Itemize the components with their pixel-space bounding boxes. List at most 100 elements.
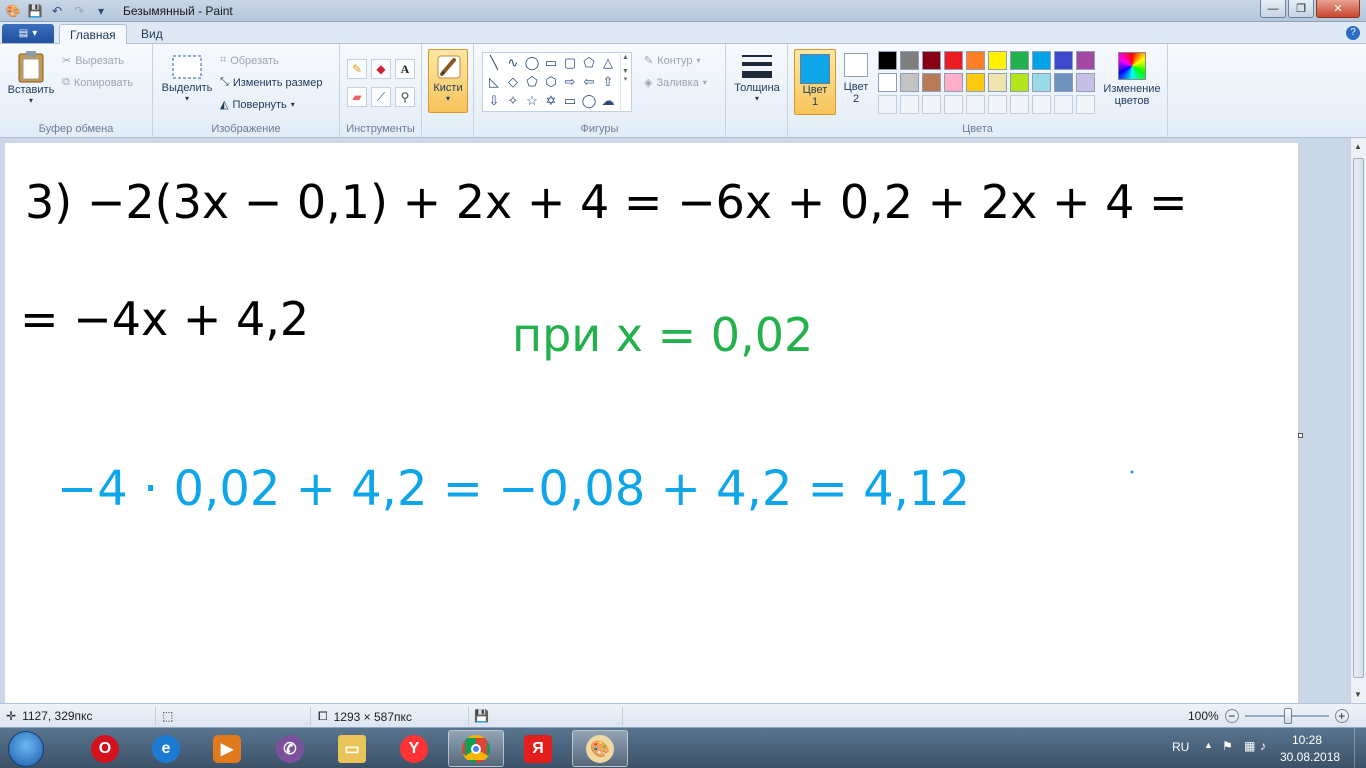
empty-color-swatch[interactable]	[1054, 95, 1073, 114]
color-swatch[interactable]	[1054, 73, 1073, 92]
empty-color-swatch[interactable]	[988, 95, 1007, 114]
zoom-out-icon[interactable]: −	[1224, 709, 1239, 723]
paint-icon[interactable]: 🎨	[572, 730, 628, 767]
color-picker-icon[interactable]: ⟋	[371, 87, 391, 107]
color2-button[interactable]: Цвет 2	[838, 53, 874, 105]
star5-shape-icon[interactable]: ☆	[523, 92, 541, 110]
empty-color-swatch[interactable]	[922, 95, 941, 114]
color-swatch[interactable]	[900, 51, 919, 70]
select-button[interactable]: Выделить ▾	[159, 54, 215, 103]
volume-icon[interactable]: ♪	[1260, 739, 1266, 753]
color-swatch[interactable]	[988, 73, 1007, 92]
drawing-canvas[interactable]: 3) −2(3x − 0,1) + 2x + 4 = −6x + 0,2 + 2…	[5, 143, 1298, 703]
color-swatch[interactable]	[922, 51, 941, 70]
empty-color-swatch[interactable]	[1010, 95, 1029, 114]
scroll-down-icon[interactable]: ▼	[1354, 690, 1362, 699]
right-triangle-shape-icon[interactable]: ◺	[485, 73, 503, 91]
help-icon[interactable]: ?	[1346, 26, 1360, 40]
start-button[interactable]	[8, 731, 44, 767]
brushes-button[interactable]: Кисти ▾	[428, 49, 468, 113]
action-center-icon[interactable]: ⚑	[1222, 739, 1233, 753]
tab-view[interactable]: Вид	[131, 24, 173, 45]
outline-button[interactable]: ✎ Контур ▾	[644, 54, 701, 68]
fill-bucket-icon[interactable]: ◆	[371, 59, 391, 79]
star4-shape-icon[interactable]: ✧	[504, 92, 522, 110]
cut-button[interactable]: ✂ Вырезать	[62, 54, 124, 68]
size-button[interactable]: Толщина ▾	[732, 52, 782, 103]
callout-cloud-shape-icon[interactable]: ☁	[599, 92, 617, 110]
curve-shape-icon[interactable]: ∿	[504, 54, 522, 72]
undo-icon[interactable]: ↶	[48, 2, 66, 20]
empty-color-swatch[interactable]	[966, 95, 985, 114]
scroll-thumb[interactable]	[1353, 158, 1364, 678]
vertical-scrollbar[interactable]: ▲ ▼	[1350, 138, 1366, 703]
empty-color-swatch[interactable]	[1032, 95, 1051, 114]
viber-icon[interactable]: ✆	[262, 730, 318, 767]
zoom-slider-thumb[interactable]	[1283, 708, 1292, 724]
fill-button[interactable]: ◈ Заливка ▾	[644, 76, 707, 90]
tab-home[interactable]: Главная	[59, 24, 127, 45]
chrome-icon[interactable]	[448, 730, 504, 767]
triangle-shape-icon[interactable]: △	[599, 54, 617, 72]
zoom-in-icon[interactable]: +	[1334, 709, 1349, 723]
callout-oval-shape-icon[interactable]: ◯	[580, 92, 598, 110]
paste-button[interactable]: Вставить ▾	[6, 50, 56, 105]
paint-app-icon[interactable]: 🎨	[4, 2, 22, 20]
color-swatch[interactable]	[1032, 73, 1051, 92]
magnifier-icon[interactable]: ⚲	[395, 87, 415, 107]
color-swatch[interactable]	[878, 51, 897, 70]
color-swatch[interactable]	[878, 73, 897, 92]
rotate-button[interactable]: ◭ Повернуть ▾	[220, 98, 295, 112]
empty-color-swatch[interactable]	[878, 95, 897, 114]
pentagon-shape-icon[interactable]: ⬠	[523, 73, 541, 91]
rounded-rectangle-shape-icon[interactable]: ▢	[561, 54, 579, 72]
oval-shape-icon[interactable]: ◯	[523, 54, 541, 72]
redo-icon[interactable]: ↷	[70, 2, 88, 20]
empty-color-swatch[interactable]	[1076, 95, 1095, 114]
shapes-scroll[interactable]: ▲ ▼ ▾	[620, 54, 630, 110]
show-desktop-button[interactable]	[1354, 728, 1366, 768]
yandex-icon[interactable]: Y	[386, 730, 442, 767]
language-indicator[interactable]: RU	[1172, 740, 1189, 754]
edit-colors-button[interactable]: Изменение цветов	[1098, 52, 1166, 107]
color-swatch[interactable]	[966, 51, 985, 70]
resize-button[interactable]: ⤡ Изменить размер	[220, 76, 322, 89]
color-swatch[interactable]	[1076, 73, 1095, 92]
arrow-left-shape-icon[interactable]: ⇦	[580, 73, 598, 91]
rectangle-shape-icon[interactable]: ▭	[542, 54, 560, 72]
resize-handle[interactable]	[1298, 433, 1303, 438]
minimize-button[interactable]: —	[1260, 0, 1286, 18]
maximize-button[interactable]: ❐	[1288, 0, 1314, 18]
hexagon-shape-icon[interactable]: ⬡	[542, 73, 560, 91]
empty-color-swatch[interactable]	[900, 95, 919, 114]
line-shape-icon[interactable]: ╲	[485, 54, 503, 72]
color-swatch[interactable]	[1076, 51, 1095, 70]
color-swatch[interactable]	[1010, 73, 1029, 92]
opera-icon[interactable]: O	[77, 730, 133, 767]
scroll-up-icon[interactable]: ▲	[1354, 142, 1362, 151]
yandex-browser-icon[interactable]: Я	[510, 730, 566, 767]
tray-expand-icon[interactable]: ▲	[1204, 740, 1213, 750]
diamond-shape-icon[interactable]: ◇	[504, 73, 522, 91]
star6-shape-icon[interactable]: ✡	[542, 92, 560, 110]
callout-rect-shape-icon[interactable]: ▭	[561, 92, 579, 110]
color-swatch[interactable]	[1010, 51, 1029, 70]
arrow-down-shape-icon[interactable]: ⇩	[485, 92, 503, 110]
color-swatch[interactable]	[922, 73, 941, 92]
clock-date[interactable]: 30.08.2018	[1280, 750, 1340, 764]
crop-button[interactable]: ⌗ Обрезать	[220, 54, 279, 67]
pencil-icon[interactable]: ✎	[347, 59, 367, 79]
empty-color-swatch[interactable]	[944, 95, 963, 114]
save-icon[interactable]: 💾	[26, 2, 44, 20]
media-player-icon[interactable]: ▶	[199, 730, 255, 767]
network-icon[interactable]: ▦	[1244, 739, 1255, 753]
zoom-slider[interactable]	[1244, 708, 1329, 724]
color-swatch[interactable]	[1032, 51, 1051, 70]
arrow-up-shape-icon[interactable]: ⇧	[599, 73, 617, 91]
copy-button[interactable]: ⧉ Копировать	[62, 76, 133, 89]
qat-dropdown-icon[interactable]: ▾	[92, 2, 110, 20]
color-swatch[interactable]	[988, 51, 1007, 70]
arrow-right-shape-icon[interactable]: ⇨	[561, 73, 579, 91]
explorer-icon[interactable]: ▭	[324, 730, 380, 767]
text-tool-icon[interactable]: A	[395, 59, 415, 79]
